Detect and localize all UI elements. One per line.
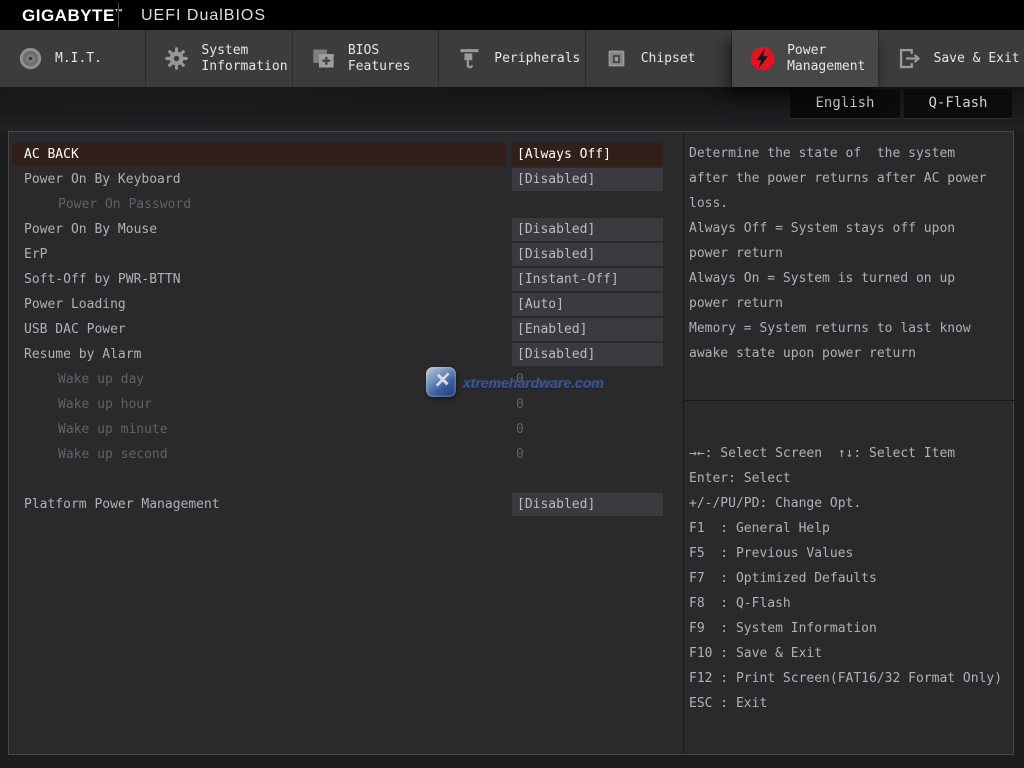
settings-row-power-on-password: Power On Password: [9, 193, 682, 216]
gigabyte-logo: GIGABYTE™: [22, 6, 123, 26]
settings-row-power-on-by-mouse[interactable]: Power On By Mouse [Disabled]: [9, 218, 682, 241]
help-text: Determine the state of the systemafter t…: [689, 141, 1012, 366]
trademark-symbol: ™: [115, 7, 124, 16]
peripheral-icon: [456, 45, 483, 72]
help-line: Determine the state of the system: [689, 141, 1012, 166]
help-line: awake state upon power return: [689, 341, 1012, 366]
legend-line: Enter: Select: [689, 466, 1014, 491]
setting-value[interactable]: [Auto]: [512, 293, 663, 316]
help-line: after the power returns after AC power: [689, 166, 1012, 191]
settings-row-power-on-by-keyboard[interactable]: Power On By Keyboard [Disabled]: [9, 168, 682, 191]
settings-row-usb-dac-power[interactable]: USB DAC Power [Enabled]: [9, 318, 682, 341]
folder-plus-icon: [310, 45, 337, 72]
settings-list: AC BACK [Always Off] Power On By Keyboard […: [9, 143, 682, 518]
settings-row-resume-by-alarm[interactable]: Resume by Alarm [Disabled]: [9, 343, 682, 366]
setting-value[interactable]: [Instant-Off]: [512, 268, 663, 291]
setting-label: Power On By Mouse: [24, 218, 157, 241]
tab-system-information[interactable]: System Information: [146, 30, 292, 87]
tab-mit[interactable]: M.I.T.: [0, 30, 146, 87]
sub-header-band: English Q-Flash: [0, 87, 1024, 131]
tab-label: M.I.T.: [55, 51, 102, 67]
tab-label: Chipset: [641, 51, 696, 67]
settings-spacer: [9, 468, 682, 491]
setting-value-plain: 0: [516, 443, 524, 466]
power-bolt-icon: [749, 45, 776, 72]
tab-peripherals[interactable]: Peripherals: [439, 30, 585, 87]
tab-label: Save & Exit: [934, 51, 1020, 67]
legend-line: ESC : Exit: [689, 691, 1014, 716]
help-line: Always On = System is turned on up: [689, 266, 1012, 291]
tab-label: BIOS Features: [348, 43, 411, 75]
setting-label: Wake up minute: [58, 418, 168, 441]
settings-row-erp[interactable]: ErP [Disabled]: [9, 243, 682, 266]
qflash-button[interactable]: Q-Flash: [904, 89, 1012, 119]
exit-icon: [896, 45, 923, 72]
tab-label: System Information: [201, 43, 287, 75]
tab-power-management[interactable]: Power Management: [732, 30, 878, 87]
settings-row-ac-back[interactable]: AC BACK [Always Off]: [9, 143, 682, 166]
bios-title: UEFI DualBIOS: [141, 7, 266, 25]
setting-label: Wake up day: [58, 368, 144, 391]
language-button[interactable]: English: [790, 89, 900, 119]
tab-label: Power Management: [787, 43, 865, 75]
setting-label: Resume by Alarm: [24, 343, 141, 366]
setting-value[interactable]: [Enabled]: [512, 318, 663, 341]
legend-line: F9 : System Information: [689, 616, 1014, 641]
setting-value[interactable]: [Disabled]: [512, 243, 663, 266]
selected-row-highlight: [12, 143, 506, 166]
legend-line: F7 : Optimized Defaults: [689, 566, 1014, 591]
setting-label: Power Loading: [24, 293, 126, 316]
settings-row-wake-up-day: Wake up day 0: [9, 368, 682, 391]
help-line: Always Off = System stays off upon: [689, 216, 1012, 241]
key-legend: →←: Select Screen ↑↓: Select ItemEnter: …: [689, 441, 1014, 716]
legend-line: F5 : Previous Values: [689, 541, 1014, 566]
setting-label: Soft-Off by PWR-BTTN: [24, 268, 181, 291]
settings-row-wake-up-minute: Wake up minute 0: [9, 418, 682, 441]
tab-bios-features[interactable]: BIOS Features: [293, 30, 439, 87]
mit-icon: [17, 45, 44, 72]
setting-label: Wake up hour: [58, 393, 152, 416]
legend-line: →←: Select Screen ↑↓: Select Item: [689, 441, 1014, 466]
topbar-divider: [118, 3, 119, 27]
setting-label: Power On Password: [58, 193, 191, 216]
settings-row-wake-up-hour: Wake up hour 0: [9, 393, 682, 416]
settings-row-power-loading[interactable]: Power Loading [Auto]: [9, 293, 682, 316]
setting-label: USB DAC Power: [24, 318, 126, 341]
legend-line: F10 : Save & Exit: [689, 641, 1014, 666]
setting-value-plain: 0: [516, 418, 524, 441]
setting-value[interactable]: [Disabled]: [512, 493, 663, 516]
top-bar: GIGABYTE™ UEFI DualBIOS: [0, 0, 1024, 30]
setting-label: Platform Power Management: [24, 493, 220, 516]
tab-label: Peripherals: [494, 51, 580, 67]
setting-value[interactable]: [Disabled]: [512, 343, 663, 366]
setting-label: Power On By Keyboard: [24, 168, 181, 191]
help-line: loss.: [689, 191, 1012, 216]
chip-icon: [603, 45, 630, 72]
legend-line: +/-/PU/PD: Change Opt.: [689, 491, 1014, 516]
settings-row-soft-off-by-pwr-bttn[interactable]: Soft-Off by PWR-BTTN [Instant-Off]: [9, 268, 682, 291]
help-panel-divider: [684, 400, 1014, 401]
help-line: power return: [689, 241, 1012, 266]
setting-value[interactable]: [Disabled]: [512, 168, 663, 191]
setting-value-plain: 0: [516, 368, 524, 391]
legend-line: F12 : Print Screen(FAT16/32 Format Only): [689, 666, 1014, 691]
help-line: Memory = System returns to last know: [689, 316, 1012, 341]
setting-value[interactable]: [Always Off]: [512, 143, 663, 166]
settings-row-wake-up-second: Wake up second 0: [9, 443, 682, 466]
legend-line: F8 : Q-Flash: [689, 591, 1014, 616]
main-panel: AC BACK [Always Off] Power On By Keyboard […: [8, 131, 1014, 755]
setting-value[interactable]: [Disabled]: [512, 218, 663, 241]
tab-save-exit[interactable]: Save & Exit: [879, 30, 1024, 87]
setting-label: ErP: [24, 243, 47, 266]
tab-chipset[interactable]: Chipset: [586, 30, 732, 87]
legend-line: F1 : General Help: [689, 516, 1014, 541]
help-line: power return: [689, 291, 1012, 316]
help-panel: Determine the state of the systemafter t…: [683, 132, 1014, 754]
tab-bar: M.I.T. System Information BIOS Features Per…: [0, 30, 1024, 87]
setting-label: Wake up second: [58, 443, 168, 466]
setting-label: AC BACK: [24, 143, 79, 166]
gear-icon: [163, 45, 190, 72]
settings-row-platform-power-management[interactable]: Platform Power Management [Disabled]: [9, 493, 682, 516]
setting-value-plain: 0: [516, 393, 524, 416]
